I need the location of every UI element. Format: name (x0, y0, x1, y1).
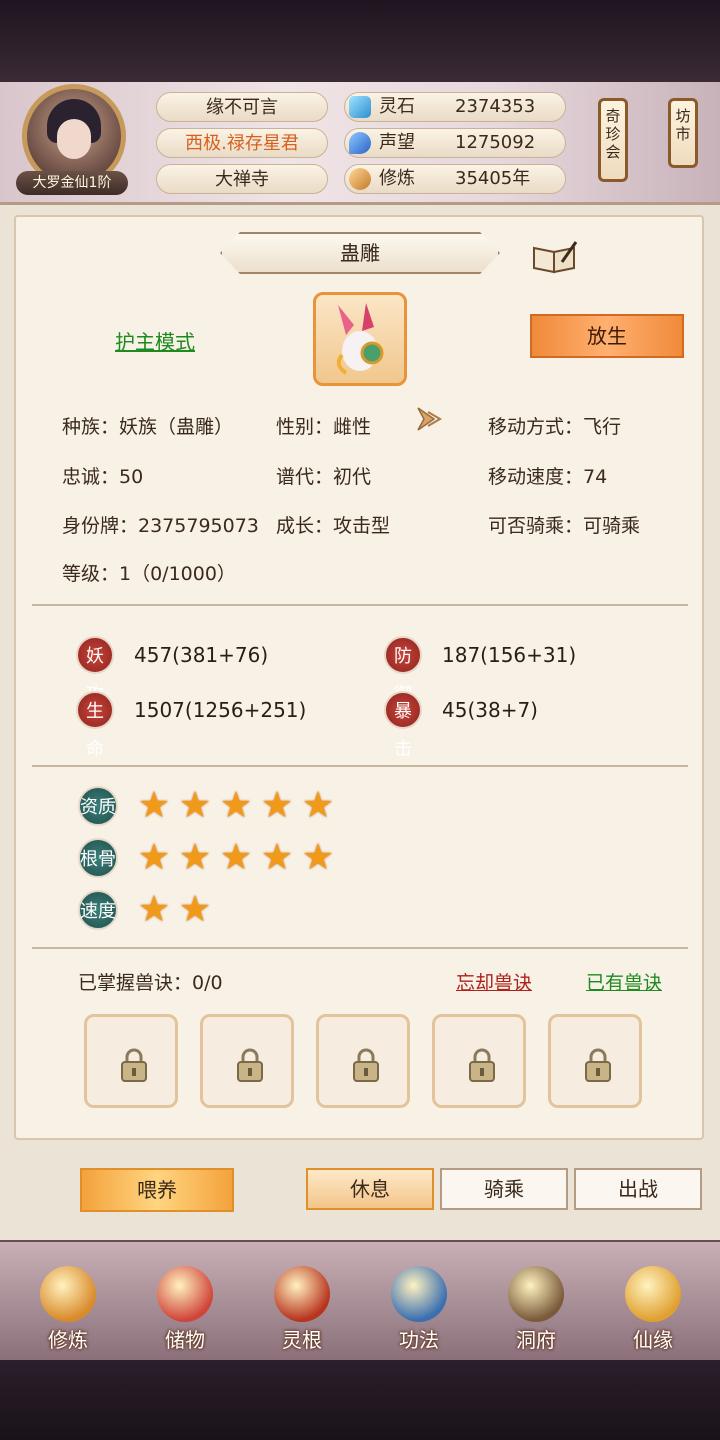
lock-icon (469, 1048, 495, 1082)
skill-slot[interactable] (432, 1014, 526, 1108)
star-icon: ★ (137, 837, 171, 878)
stat-icon-hp: 生命 (76, 691, 114, 760)
nav-item[interactable]: 灵根 (252, 1262, 352, 1358)
lock-icon (237, 1048, 263, 1082)
lock-icon (353, 1048, 379, 1082)
resource-value: 1275092 (455, 132, 536, 153)
top-band (0, 0, 720, 82)
star-icon: ★ (137, 889, 171, 930)
nav-item[interactable]: 洞府 (486, 1262, 586, 1358)
owned-skills-link[interactable]: 已有兽诀 (586, 968, 662, 995)
star-icon: ★ (178, 785, 212, 826)
skill-slot[interactable] (200, 1014, 294, 1108)
resource-cultivation: 修炼 35405年 (344, 164, 566, 194)
cave-house-icon (508, 1266, 564, 1322)
stat-icon-defense: 防御 (384, 636, 422, 705)
fate-gourd-icon (625, 1266, 681, 1322)
pet-level: 等级：1（0/1000） (62, 563, 236, 585)
resource-spirit-stone: 灵石 2374353 (344, 92, 566, 122)
star-icon: ★ (301, 785, 335, 826)
stat-value-defense: 187(156+31) (442, 643, 577, 667)
quality-icon-speed: 速度 (78, 890, 118, 930)
pet-move-speed: 移动速度：74 (488, 466, 608, 488)
mastered-skills-count: 已掌握兽诀：0/0 (78, 972, 223, 994)
rank-badge: 大罗金仙1阶 (16, 171, 128, 195)
quality-icon-bone: 根骨 (78, 838, 118, 878)
pet-loyalty: 忠诚：50 (62, 466, 144, 488)
nav-item[interactable]: 储物 (135, 1262, 235, 1358)
storage-bag-icon (157, 1266, 213, 1322)
player-sect-pill: 大禅寺 (156, 164, 328, 194)
nav-label: 功法 (399, 1328, 439, 1352)
spirit-stone-icon (349, 96, 371, 118)
guardian-mode-link[interactable]: 护主模式 (115, 326, 195, 355)
pet-portrait (313, 292, 407, 386)
forget-skill-link[interactable]: 忘却兽诀 (456, 968, 532, 995)
tab-ride[interactable]: 骑乘 (440, 1168, 568, 1210)
cultivation-nav-icon (40, 1266, 96, 1322)
spirit-root-icon (274, 1266, 330, 1322)
resource-value: 2374353 (455, 96, 536, 117)
star-icon: ★ (260, 785, 294, 826)
pet-rideable: 可否骑乘：可骑乘 (488, 515, 641, 537)
prestige-icon (349, 132, 371, 154)
stat-value-crit: 45(38+7) (442, 698, 538, 722)
avatar-face (57, 119, 91, 159)
nav-label: 修炼 (48, 1328, 88, 1352)
nav-item[interactable]: 仙缘 (603, 1262, 703, 1358)
pet-growth: 成长：攻击型 (276, 515, 391, 537)
pet-id: 身份牌：2375795073 (62, 515, 259, 537)
divider (32, 765, 688, 767)
cultivation-icon (349, 168, 371, 190)
star-icon: ★ (219, 837, 253, 878)
star-icon: ★ (178, 889, 212, 930)
star-icon: ★ (178, 837, 212, 878)
treasure-fair-button[interactable]: 奇珍会 (598, 98, 628, 182)
skill-slot[interactable] (316, 1014, 410, 1108)
stat-icon-attack: 妖攻 (76, 636, 114, 705)
divider (32, 604, 688, 606)
star-icon: ★ (219, 785, 253, 826)
pet-creature-icon (336, 303, 384, 375)
star-icon: ★ (260, 837, 294, 878)
release-button[interactable]: 放生 (530, 314, 684, 358)
player-position-pill: 西极.禄存星君 (156, 128, 328, 158)
market-button[interactable]: 坊市 (668, 98, 698, 168)
pet-generation: 谱代：初代 (276, 466, 372, 488)
resource-label: 灵石 (379, 96, 415, 117)
pet-name-title: 蛊雕 (220, 232, 500, 274)
nav-label: 仙缘 (633, 1328, 673, 1352)
feed-button[interactable]: 喂养 (80, 1168, 234, 1212)
lock-icon (121, 1048, 147, 1082)
stat-value-hp: 1507(1256+251) (134, 698, 307, 722)
book-quill-icon[interactable] (532, 240, 578, 274)
gender-arrow-icon[interactable] (414, 404, 444, 434)
skill-slot[interactable] (84, 1014, 178, 1108)
nav-label: 储物 (165, 1328, 205, 1352)
resource-value: 35405年 (455, 168, 531, 189)
nav-item[interactable]: 功法 (369, 1262, 469, 1358)
skill-slot[interactable] (548, 1014, 642, 1108)
bottom-band (0, 1360, 720, 1440)
pet-gender: 性别：雌性 (276, 416, 372, 438)
technique-book-icon (391, 1266, 447, 1322)
lock-icon (585, 1048, 611, 1082)
stat-icon-crit: 暴击 (384, 691, 422, 760)
star-icon: ★ (301, 837, 335, 878)
tab-battle[interactable]: 出战 (574, 1168, 702, 1210)
divider (32, 947, 688, 949)
resource-prestige: 声望 1275092 (344, 128, 566, 158)
quality-icon-aptitude: 资质 (78, 786, 118, 826)
tab-rest[interactable]: 休息 (306, 1168, 434, 1210)
nav-label: 洞府 (516, 1328, 556, 1352)
star-icon: ★ (137, 785, 171, 826)
nav-label: 灵根 (282, 1328, 322, 1352)
resource-label: 声望 (379, 132, 415, 153)
resource-label: 修炼 (379, 168, 415, 189)
nav-item[interactable]: 修炼 (18, 1262, 118, 1358)
stat-value-attack: 457(381+76) (134, 643, 269, 667)
pet-move-type: 移动方式：飞行 (488, 416, 622, 438)
pet-race: 种族：妖族（蛊雕） (62, 416, 234, 438)
player-title-pill: 缘不可言 (156, 92, 328, 122)
